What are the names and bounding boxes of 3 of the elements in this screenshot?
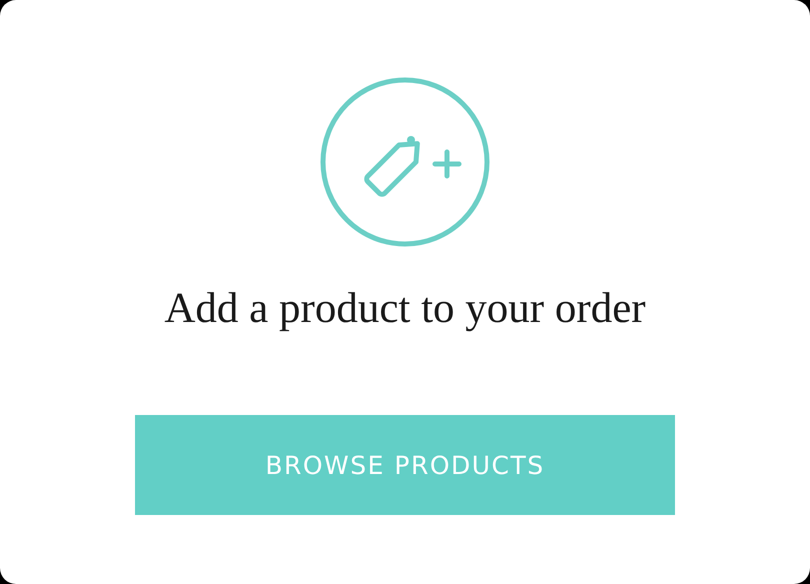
browse-products-button[interactable]: BROWSE PRODUCTS [135,415,675,515]
heading: Add a product to your order [164,284,646,333]
tag-add-icon [319,76,491,248]
